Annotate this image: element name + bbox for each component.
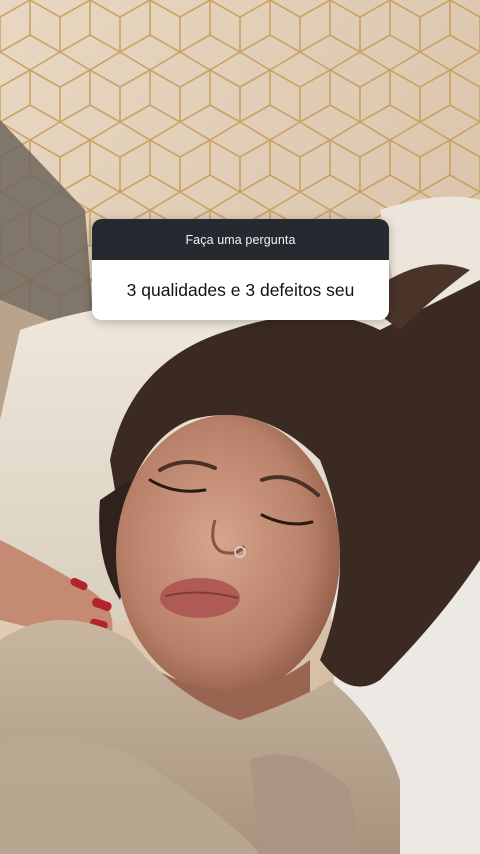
story-view: Faça uma pergunta 3 qualidades e 3 defei… (0, 0, 480, 854)
question-sticker-header: Faça uma pergunta (92, 219, 389, 260)
background-photo (0, 0, 480, 854)
question-sticker[interactable]: Faça uma pergunta 3 qualidades e 3 defei… (92, 219, 389, 320)
question-sticker-text: 3 qualidades e 3 defeitos seu (92, 260, 389, 320)
